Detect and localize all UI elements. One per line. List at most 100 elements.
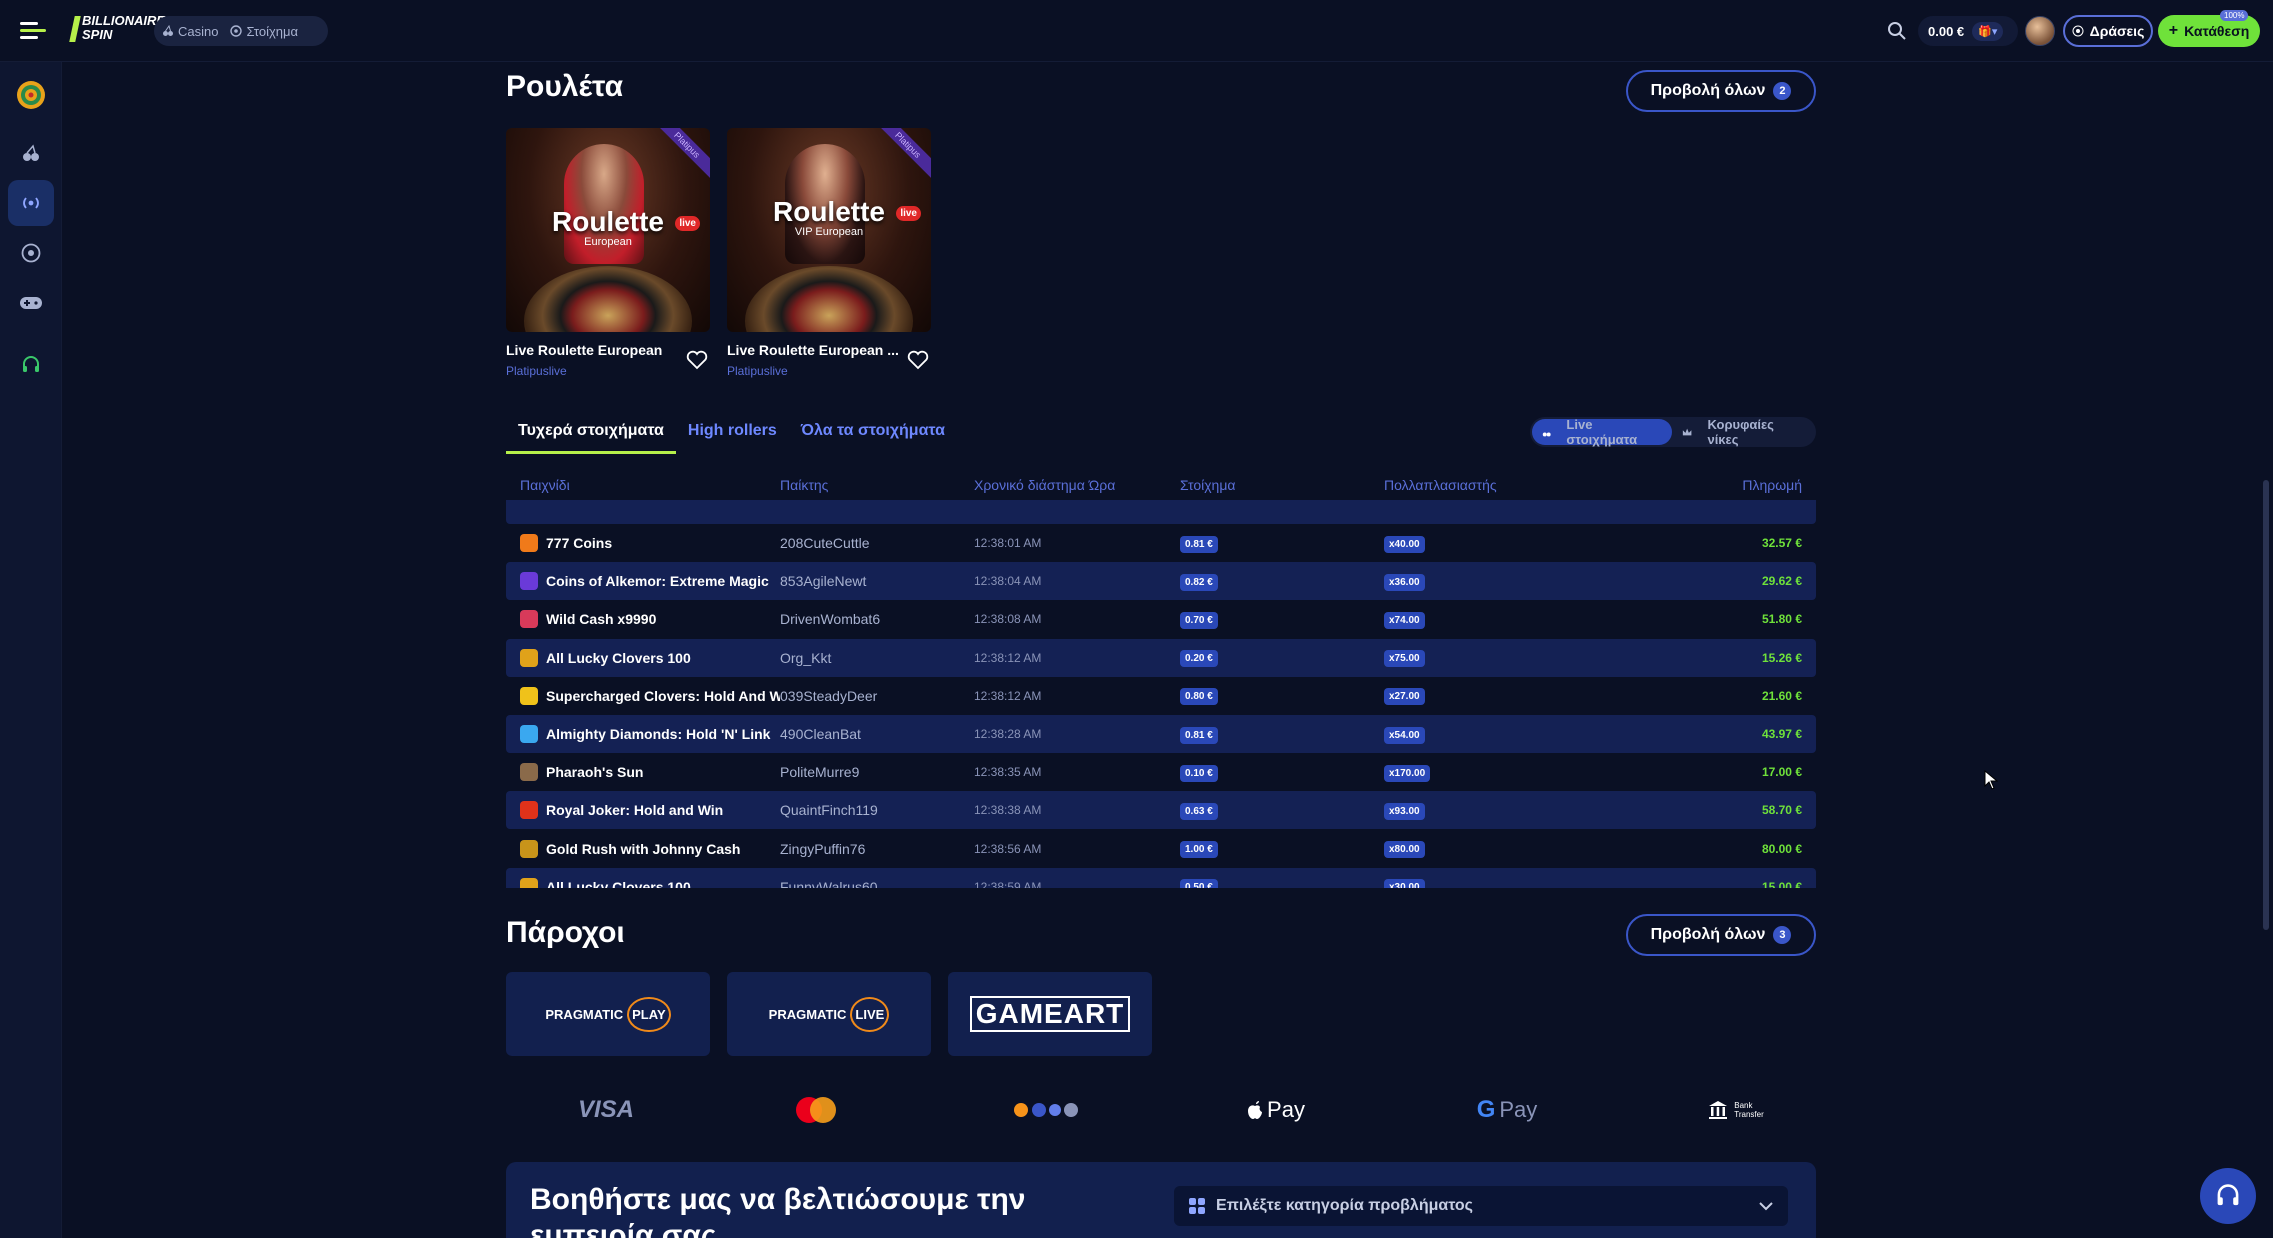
row-payout: 21.60 € [1761, 688, 1802, 703]
row-time: 12:38:35 AM [974, 765, 1042, 780]
row-game[interactable]: Royal Joker: Hold and Win [506, 801, 780, 820]
problem-category-select[interactable]: Επιλέξτε κατηγορία προβλήματος [1174, 1186, 1788, 1226]
favorite-heart-icon[interactable] [907, 350, 931, 374]
chevron-down-icon [1759, 1202, 1773, 1211]
row-multiplier: x36.00 [1384, 573, 1425, 591]
table-row[interactable]: Gold Rush with Johnny Cash ZingyPuffin76 1… [506, 830, 1816, 868]
cherry-icon [163, 25, 173, 36]
google-pay-logo: G Pay [1476, 1096, 1538, 1123]
provider-card-gameart[interactable]: GAMEART [948, 972, 1152, 1056]
brand-line2: SPIN [82, 27, 113, 42]
sidebar-item-target[interactable] [8, 72, 54, 118]
provider-card-pragmatic-play[interactable]: PRAGMATIC PLAY [506, 972, 710, 1056]
target-icon [17, 81, 45, 109]
thumb-subtitle: European [584, 236, 632, 248]
mastercard-logo [766, 1090, 866, 1130]
row-game[interactable]: Almighty Diamonds: Hold 'N' Link [506, 725, 780, 743]
google-g-icon: G [1476, 1096, 1496, 1123]
row-game[interactable]: Wild Cash x9990 [506, 610, 780, 629]
mouse-cursor-icon [1984, 769, 1999, 795]
select-placeholder: Επιλέξτε κατηγορία προβλήματος [1216, 1197, 1473, 1214]
nav-sports[interactable]: Στοίχημα [230, 24, 298, 39]
search-icon[interactable] [1884, 18, 1910, 44]
providers-view-all-button[interactable]: Προβολή όλων 3 [1626, 914, 1816, 956]
row-bet: 0.82 € [1180, 573, 1218, 591]
live-badge: live [675, 216, 700, 231]
row-payout: 15.26 € [1761, 650, 1802, 665]
toggle-live-bets[interactable]: Live στοιχήματα [1532, 417, 1673, 447]
live-badge: live [896, 206, 921, 221]
game-card[interactable]: Roulette VIP European live Platipus Live… [727, 128, 931, 378]
balance-value: 0.00 € [1928, 23, 1965, 39]
payment-methods: VISA Pay G Pay Bank Transfer [506, 1090, 1816, 1130]
cherry-icon [1542, 432, 1551, 436]
provider-card-pragmatic-live[interactable]: PRAGMATIC LIVE [727, 972, 931, 1056]
table-row[interactable]: Wild Cash x9990 DrivenWombat6 12:38:08 AM 0… [506, 600, 1816, 638]
apple-pay-logo: Pay [1226, 1090, 1326, 1130]
row-payout: 15.00 € [1761, 879, 1802, 888]
table-row[interactable]: 777 Coins 208CuteCuttle 12:38:01 AM 0.81 € x… [506, 524, 1816, 562]
scrollbar-thumb[interactable] [2263, 480, 2269, 930]
nav-casino[interactable]: Casino [162, 24, 218, 39]
game-icon [520, 839, 538, 858]
row-payout: 17.00 € [1761, 765, 1802, 780]
row-time: 12:38:08 AM [974, 612, 1042, 627]
row-game[interactable]: Pharaoh's Sun [506, 763, 780, 782]
tab-high-rollers[interactable]: High rollers [676, 412, 789, 454]
balance-dropdown[interactable]: 0.00 € 🎁▾ [1918, 16, 2018, 46]
game-name[interactable]: Live Roulette European ... [727, 342, 907, 358]
sidebar-item-games[interactable] [8, 280, 54, 326]
roulette-view-all-button[interactable]: Προβολή όλων 2 [1626, 70, 1816, 112]
page-scrollbar[interactable] [2263, 60, 2269, 1230]
table-row[interactable]: All Lucky Clovers 100 Org_Kkt 12:38:12 AM 0… [506, 638, 1816, 677]
game-provider[interactable]: Platipuslive [727, 364, 931, 378]
row-game[interactable]: Supercharged Clovers: Hold And Win [506, 686, 780, 705]
row-game[interactable]: Coins of Alkemor: Extreme Magic [506, 572, 780, 591]
row-player: 490CleanBat [780, 726, 861, 742]
toggle-top-wins[interactable]: Κορυφαίες νίκες [1672, 417, 1814, 447]
grid-icon [1189, 1198, 1205, 1214]
row-game[interactable]: Gold Rush with Johnny Cash [506, 839, 780, 858]
sidebar-item-support[interactable] [8, 342, 54, 388]
providers-section-title: Πάροχοι [506, 916, 625, 949]
sidebar-item-casino[interactable] [8, 130, 54, 176]
game-name[interactable]: Live Roulette European [506, 342, 686, 358]
actions-button[interactable]: Δράσεις [2063, 15, 2153, 47]
game-card[interactable]: Roulette European live Platipus Live Rou… [506, 128, 710, 378]
column-time: Χρονικό διάστημα Ώρα [974, 477, 1116, 493]
tab-lucky-bets[interactable]: Τυχερά στοιχήματα [506, 412, 676, 454]
game-thumbnail[interactable]: Roulette VIP European live Platipus [727, 128, 931, 332]
sidebar [0, 62, 62, 1238]
live-support-button[interactable] [2200, 1168, 2256, 1224]
row-multiplier: x30.00 [1384, 879, 1425, 888]
table-row[interactable]: All Lucky Clovers 100 FunnyWalrus60 12:38:… [506, 867, 1816, 888]
table-row[interactable]: Coins of Alkemor: Extreme Magic 853AgileN… [506, 562, 1816, 601]
game-provider[interactable]: Platipuslive [506, 364, 710, 378]
game-icon [520, 763, 538, 782]
favorite-heart-icon[interactable] [686, 350, 710, 374]
brand-logo[interactable]: BILLIONAIRE SPIN [69, 14, 165, 46]
row-game[interactable]: All Lucky Clovers 100 [506, 877, 780, 888]
sidebar-item-sports[interactable] [8, 230, 54, 276]
table-row[interactable]: Pharaoh's Sun PoliteMurre9 12:38:35 AM 0.10… [506, 753, 1816, 791]
tab-all-bets[interactable]: Όλα τα στοιχήματα [789, 412, 957, 454]
table-row[interactable]: Royal Joker: Hold and Win QuaintFinch119 1… [506, 791, 1816, 830]
menu-toggle-icon[interactable] [16, 14, 50, 48]
bets-table: Παιχνίδι Παίκτης Χρονικό διάστημα Ώρα Στ… [506, 470, 1816, 888]
table-row[interactable]: Almighty Diamonds: Hold 'N' Link 490Clean… [506, 715, 1816, 753]
game-icon [520, 725, 538, 743]
sidebar-item-live[interactable] [8, 180, 54, 226]
row-game[interactable]: 777 Coins [506, 534, 780, 552]
row-player: ZingyPuffin76 [780, 840, 866, 857]
row-player: 039SteadyDeer [780, 687, 878, 704]
headset-icon [23, 356, 39, 372]
gift-icon: 🎁▾ [1972, 21, 2004, 41]
row-time: 12:38:59 AM [974, 879, 1042, 888]
crypto-logos [996, 1090, 1096, 1130]
row-player: PoliteMurre9 [780, 764, 860, 781]
game-thumbnail[interactable]: Roulette European live Platipus [506, 128, 710, 332]
row-bet: 0.81 € [1180, 535, 1218, 553]
table-row[interactable]: Supercharged Clovers: Hold And Win 039Ste… [506, 677, 1816, 715]
row-game[interactable]: All Lucky Clovers 100 [506, 648, 780, 667]
avatar[interactable] [2025, 16, 2055, 46]
